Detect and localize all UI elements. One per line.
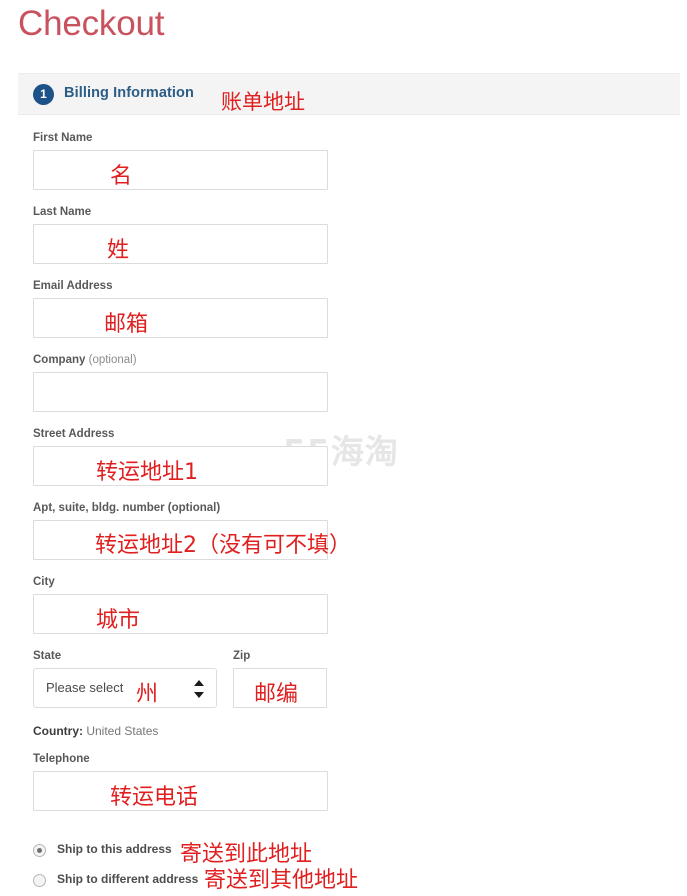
input-street-address[interactable] [33,446,328,486]
label-company-text: Company [33,354,86,366]
input-email-address[interactable] [33,298,328,338]
input-company[interactable] [33,372,328,412]
annotation-ship-to-different-address: 寄送到其他地址 [204,868,359,893]
label-apt-suite: Apt, suite, bldg. number (optional) [33,502,221,514]
radio-icon-unselected[interactable] [33,874,46,887]
label-state: State [33,650,62,662]
country-line: Country: United States [33,724,158,738]
label-first-name: First Name [33,132,93,144]
label-telephone: Telephone [33,753,90,765]
label-last-name: Last Name [33,206,92,218]
step-number-badge: 1 [33,84,54,105]
label-city: City [33,576,55,588]
country-label: Country: [33,724,83,738]
checkout-page: Checkout 1 Billing Information 账单地址 55海淘… [0,0,687,896]
label-email-address: Email Address [33,280,113,292]
label-zip: Zip [233,650,251,662]
billing-information-section-header: 1 Billing Information [18,73,680,115]
section-title: Billing Information [64,85,194,101]
label-company: Company (optional) [33,354,137,366]
select-state[interactable]: Please select [33,668,217,708]
select-state-value: Please select [46,680,124,695]
page-title: Checkout [18,4,165,43]
input-zip[interactable] [233,668,327,708]
input-city[interactable] [33,594,328,634]
input-telephone[interactable] [33,771,328,811]
label-company-optional: (optional) [88,354,137,366]
input-apt-suite[interactable] [33,520,328,560]
radio-icon-selected[interactable] [33,844,46,857]
radio-label-ship-to-this-address: Ship to this address [57,842,172,856]
chevron-updown-icon [194,679,205,699]
annotation-ship-to-this-address: 寄送到此地址 [180,842,313,867]
country-value: United States [86,724,159,738]
radio-label-ship-to-different-address: Ship to different address [57,872,199,886]
input-first-name[interactable] [33,150,328,190]
input-last-name[interactable] [33,224,328,264]
label-street-address: Street Address [33,428,115,440]
